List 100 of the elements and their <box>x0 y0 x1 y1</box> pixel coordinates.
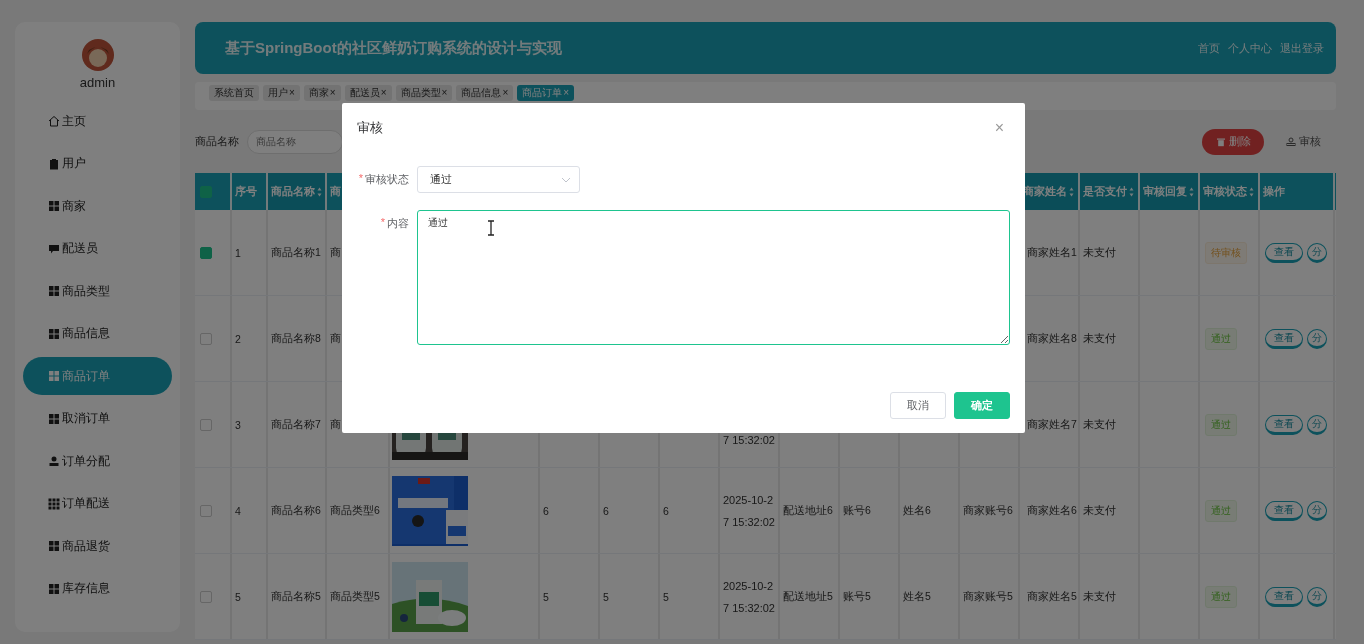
table-cell: 姓名5 <box>903 589 931 604</box>
table-cell: 未支付 <box>1083 503 1116 518</box>
app-title: 基于SpringBoot的社区鲜奶订购系统的设计与实现 <box>225 38 562 58</box>
table-cell: 6 <box>663 504 669 517</box>
tab[interactable]: 商品订单× <box>517 85 575 101</box>
stamp-icon <box>1285 136 1296 147</box>
row-action-button[interactable]: 查看 <box>1265 500 1303 521</box>
tab[interactable]: 商品信息× <box>456 85 514 101</box>
row-checkbox[interactable] <box>200 504 212 517</box>
tab[interactable]: 系统首页 <box>209 85 259 101</box>
sidebar-item[interactable]: 库存信息 <box>23 569 172 608</box>
table-cell: 商家姓名6 <box>1027 503 1077 518</box>
clipboard-icon <box>48 157 60 170</box>
table-cell: 商品名称1 <box>271 245 321 260</box>
grid-icon <box>48 540 60 552</box>
user-name: admin <box>79 75 116 90</box>
table-cell: 商家姓名1 <box>1027 245 1077 260</box>
table-cell: 6 <box>603 504 609 517</box>
required-mark: * <box>380 216 385 230</box>
tab[interactable]: 用户× <box>263 85 300 101</box>
action-button[interactable]: 删除 <box>1202 128 1264 155</box>
column-header: 序号 <box>235 184 257 199</box>
sort-icon[interactable] <box>1249 186 1254 197</box>
tab[interactable]: 配送员× <box>344 85 392 101</box>
row-action-button[interactable]: 分 <box>1307 414 1327 435</box>
sidebar-item[interactable]: 商品退货 <box>23 527 172 565</box>
close-button[interactable]: × <box>994 119 1004 137</box>
sort-icon[interactable] <box>1069 186 1074 197</box>
order-time: 2025-10-2 7 15:32:02 <box>723 578 775 616</box>
sidebar-item[interactable]: 配送员 <box>23 229 172 268</box>
table-cell: 商品名称6 <box>271 503 321 518</box>
table-cell: 商家账号5 <box>963 589 1013 604</box>
sidebar-item[interactable]: 取消订单 <box>23 399 172 438</box>
row-action-button[interactable]: 查看 <box>1265 414 1303 435</box>
sidebar-item[interactable]: 主页 <box>23 102 172 140</box>
table-cell: 商家姓名7 <box>1027 417 1077 432</box>
field-label: 内容 <box>387 216 409 231</box>
table-cell: 商 <box>330 245 341 260</box>
table-cell: 5 <box>603 590 609 603</box>
column-header: 操作 <box>1263 184 1285 199</box>
table-cell: 3 <box>235 418 241 431</box>
table-cell: 账号6 <box>843 503 871 518</box>
status-tag: 通过 <box>1205 413 1237 436</box>
grid-icon <box>48 327 60 340</box>
tab[interactable]: 商品类型× <box>395 85 453 101</box>
table-cell: 4 <box>235 504 241 517</box>
header-link[interactable]: 个人中心 <box>1228 40 1272 56</box>
order-time: 2025-10-2 7 15:32:02 <box>723 492 775 530</box>
row-checkbox[interactable] <box>200 418 212 431</box>
search-label: 商品名称 <box>195 134 239 149</box>
chevron-icon <box>561 176 571 183</box>
status-select[interactable]: 通过 <box>417 166 580 193</box>
header-link[interactable]: 退出登录 <box>1280 40 1324 56</box>
row-checkbox[interactable] <box>200 590 212 603</box>
table-cell: 未支付 <box>1083 589 1116 604</box>
row-checkbox[interactable] <box>200 246 212 259</box>
home-icon <box>48 115 60 127</box>
grid-icon <box>48 412 60 425</box>
grid-icon <box>48 497 60 510</box>
column-header: 审核状态 <box>1203 184 1247 199</box>
sidebar-item[interactable]: 订单配送 <box>23 484 172 523</box>
table-cell: 商 <box>330 331 341 346</box>
row-action-button[interactable]: 分 <box>1307 328 1327 349</box>
row-action-button[interactable]: 分 <box>1307 500 1327 521</box>
dialog-button[interactable]: 确定 <box>954 392 1010 419</box>
header-link[interactable]: 首页 <box>1198 40 1220 56</box>
table-cell: 配送地址6 <box>783 503 833 518</box>
sort-icon[interactable] <box>1129 186 1134 197</box>
sort-icon[interactable] <box>1189 186 1194 197</box>
sort-icon[interactable] <box>317 186 322 197</box>
sidebar-item[interactable]: 用户 <box>23 144 172 183</box>
row-action-button[interactable]: 查看 <box>1265 328 1303 349</box>
table-cell: 商家账号6 <box>963 503 1013 518</box>
sidebar-item[interactable]: 商家 <box>23 187 172 225</box>
row-checkbox[interactable] <box>200 332 212 345</box>
required-mark: * <box>358 172 363 186</box>
sidebar-item[interactable]: 订单分配 <box>23 442 172 480</box>
table-cell: 6 <box>543 504 549 517</box>
sidebar-item[interactable]: 商品类型 <box>23 272 172 310</box>
trash-icon <box>1215 136 1226 147</box>
row-action-button[interactable]: 查看 <box>1265 242 1303 263</box>
dialog-button[interactable]: 取消 <box>890 392 946 419</box>
person-icon <box>48 455 60 467</box>
status-tag: 通过 <box>1205 499 1237 522</box>
table-cell: 未支付 <box>1083 417 1116 432</box>
row-action-button[interactable]: 查看 <box>1265 586 1303 607</box>
row-action-button[interactable]: 分 <box>1307 242 1327 263</box>
field-label: 审核状态 <box>365 172 409 187</box>
sidebar-item[interactable]: 商品信息 <box>23 314 172 353</box>
grid-icon <box>48 200 60 212</box>
sidebar-item[interactable]: 商品订单 <box>23 357 172 395</box>
content-textarea[interactable]: 通过 <box>417 210 1010 345</box>
table-cell: 配送地址5 <box>783 589 833 604</box>
table-cell: 商家姓名8 <box>1027 331 1077 346</box>
grid-icon <box>48 285 60 297</box>
table-cell: 商 <box>330 417 341 432</box>
table-cell: 5 <box>543 590 549 603</box>
table-cell: 商品名称8 <box>271 331 321 346</box>
tab[interactable]: 商家× <box>303 85 341 101</box>
row-action-button[interactable]: 分 <box>1307 586 1327 607</box>
